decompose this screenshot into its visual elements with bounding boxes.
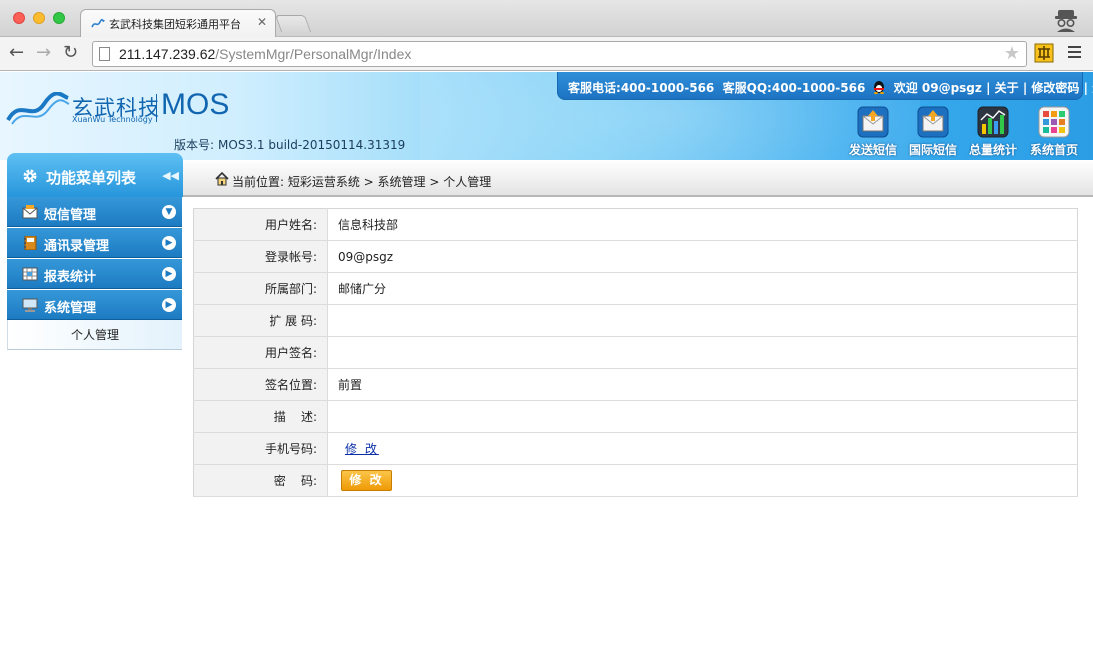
table-row: 用户签名: <box>193 336 1078 369</box>
contacts-book-icon <box>24 236 37 250</box>
header-toolbar: 发送短信 国际短信 总量统计 系统首页 <box>843 106 1093 158</box>
description-value <box>327 400 1078 433</box>
table-row: 签名位置: 前置 <box>193 368 1078 401</box>
zoom-window-button[interactable] <box>53 12 65 24</box>
logo-subtitle: XuanWu Technology <box>72 115 153 124</box>
home-grid-icon <box>1038 106 1070 138</box>
table-row: 手机号码: 修 改 <box>193 432 1078 465</box>
table-row: 密 码: 修 改 <box>193 464 1078 497</box>
edit-password-button[interactable]: 修 改 <box>341 470 392 491</box>
field-label: 扩 展 码: <box>193 304 328 337</box>
breadcrumb-text: 当前位置: 短彩运营系统 > 系统管理 > 个人管理 <box>232 175 492 189</box>
reload-icon[interactable]: ↻ <box>63 43 78 63</box>
sidebar-item-sms[interactable]: 短信管理 ▼ <box>7 197 182 227</box>
send-sms-icon <box>857 106 889 138</box>
contact-bar: 客服电话:400-1000-566 客服QQ:400-1000-566 欢迎 0… <box>557 72 1093 100</box>
welcome-text: 欢迎 09@psgz <box>893 81 982 95</box>
department-value: 邮储广分 <box>327 272 1078 305</box>
system-home-button[interactable]: 系统首页 <box>1024 106 1084 158</box>
qq-penguin-icon <box>873 81 884 94</box>
back-arrow-icon[interactable]: ← <box>9 43 24 63</box>
field-label: 登录帐号: <box>193 240 328 273</box>
login-account-value: 09@psgz <box>327 240 1078 273</box>
chevron-right-icon: ▶ <box>162 298 176 312</box>
table-row: 扩 展 码: <box>193 304 1078 337</box>
edit-phone-link[interactable]: 修 改 <box>345 442 379 456</box>
signature-position-value: 前置 <box>327 368 1078 401</box>
browser-menu-icon[interactable] <box>1068 46 1081 58</box>
phone-number: 400-1000-566 <box>620 81 715 95</box>
intl-sms-button[interactable]: 国际短信 <box>903 106 963 158</box>
total-stats-button[interactable]: 总量统计 <box>963 106 1023 158</box>
browser-tab-strip: 玄武科技集团短彩通用平台 ✕ <box>0 0 1093 38</box>
send-sms-button[interactable]: 发送短信 <box>843 106 903 158</box>
stats-chart-icon <box>977 106 1009 138</box>
tab-close-icon[interactable]: ✕ <box>257 15 267 29</box>
browser-toolbar: ← → ↻ 211.147.239.62/SystemMgr/PersonalM… <box>0 37 1093 71</box>
url-text[interactable]: 211.147.239.62/SystemMgr/PersonalMgr/Ind… <box>119 46 411 62</box>
user-name-value: 信息科技部 <box>327 208 1078 241</box>
intl-sms-icon <box>917 106 949 138</box>
home-icon <box>215 172 229 186</box>
extension-icon[interactable] <box>1034 43 1054 63</box>
user-signature-value <box>327 336 1078 369</box>
field-label: 密 码: <box>193 464 328 497</box>
version-info: 版本号: MOS3.1 build-20150114.31319 <box>174 138 406 152</box>
logo-product: MOS <box>161 88 230 121</box>
address-bar[interactable]: 211.147.239.62/SystemMgr/PersonalMgr/Ind… <box>92 41 1027 67</box>
table-row: 描 述: <box>193 400 1078 433</box>
chevron-right-icon: ▶ <box>162 267 176 281</box>
page-icon <box>99 47 110 61</box>
sidebar-title: 功能菜单列表 <box>46 169 137 187</box>
breadcrumb: 当前位置: 短彩运营系统 > 系统管理 > 个人管理 <box>183 162 1093 197</box>
favicon-icon <box>91 18 105 30</box>
phone-label: 客服电话: <box>568 81 621 95</box>
close-window-button[interactable] <box>13 12 25 24</box>
table-row: 登录帐号: 09@psgz <box>193 240 1078 273</box>
new-tab-button[interactable] <box>274 15 312 32</box>
about-link[interactable]: 关于 <box>995 81 1019 95</box>
bookmark-star-icon[interactable]: ★ <box>1004 43 1020 64</box>
qq-label: 客服QQ: <box>722 81 772 95</box>
change-password-link[interactable]: 修改密码 <box>1031 81 1079 95</box>
sidebar-header: 功能菜单列表 ◀◀ <box>7 153 183 197</box>
site-header: 玄武科技 XuanWu Technology MOS 版本号: MOS3.1 bu… <box>0 72 1093 160</box>
qq-number: 400-1000-566 <box>771 81 866 95</box>
logo-swoosh-icon <box>6 92 70 125</box>
chevron-down-icon: ▼ <box>162 205 176 219</box>
field-label: 描 述: <box>193 400 328 433</box>
sidebar-subitem-personal[interactable]: 个人管理 <box>7 320 182 350</box>
sms-icon <box>22 205 38 219</box>
field-label: 所属部门: <box>193 272 328 305</box>
table-row: 所属部门: 邮储广分 <box>193 272 1078 305</box>
browser-tab-active[interactable]: 玄武科技集团短彩通用平台 ✕ <box>80 9 276 38</box>
extension-code-value <box>327 304 1078 337</box>
computer-icon <box>22 298 38 312</box>
field-label: 签名位置: <box>193 368 328 401</box>
sidebar-item-contacts[interactable]: 通讯录管理 ▶ <box>7 228 182 258</box>
sidebar-item-system[interactable]: 系统管理 ▶ <box>7 290 182 320</box>
field-label: 用户签名: <box>193 336 328 369</box>
report-grid-icon <box>22 267 38 281</box>
field-label: 用户姓名: <box>193 208 328 241</box>
table-row: 用户姓名: 信息科技部 <box>193 208 1078 241</box>
sidebar-item-reports[interactable]: 报表统计 ▶ <box>7 259 182 289</box>
tab-title: 玄武科技集团短彩通用平台 <box>109 18 241 31</box>
gear-icon <box>23 169 37 183</box>
field-label: 手机号码: <box>193 432 328 465</box>
profile-table: 用户姓名: 信息科技部 登录帐号: 09@psgz 所属部门: 邮储广分 扩 展… <box>193 208 1078 497</box>
forward-arrow-icon[interactable]: → <box>36 43 51 63</box>
chevron-right-icon: ▶ <box>162 236 176 250</box>
collapse-sidebar-icon[interactable]: ◀◀ <box>162 169 179 182</box>
minimize-window-button[interactable] <box>33 12 45 24</box>
incognito-icon <box>1055 10 1077 32</box>
